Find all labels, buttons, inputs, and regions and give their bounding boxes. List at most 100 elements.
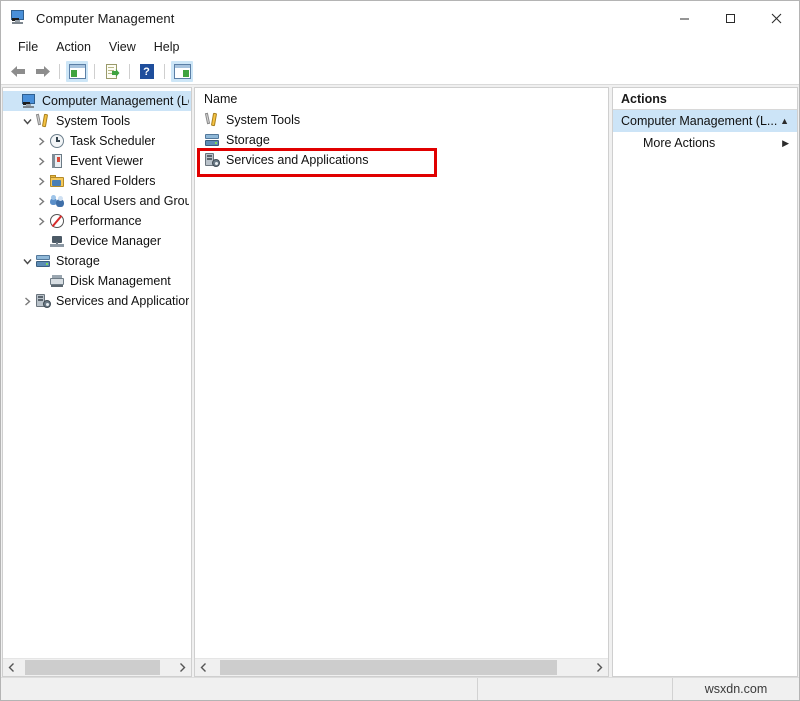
scroll-right-arrow-icon[interactable] (591, 659, 608, 676)
back-button[interactable] (7, 61, 29, 82)
tree-item-label: Services and Applications (56, 294, 189, 308)
console-tree-pane: Computer Management (Local System Tools Ta… (2, 87, 192, 677)
export-list-button[interactable] (101, 61, 123, 82)
tree-item-label: Performance (70, 214, 142, 228)
tree-item-label: System Tools (56, 114, 130, 128)
details-list: System Tools StorageServices and Applicat… (195, 110, 608, 170)
show-hide-console-tree-button[interactable] (66, 61, 88, 82)
actions-pane-header: Actions (613, 88, 797, 110)
status-bar: wsxdn.com (1, 677, 799, 700)
tree-item-performance[interactable]: Performance (3, 211, 191, 231)
toolbar-separator (59, 64, 60, 79)
local-users-and-groups-icon (49, 193, 65, 209)
details-pane-body[interactable]: Name System Tools StorageServices and App… (195, 88, 608, 658)
menu-bar: File Action View Help (1, 35, 799, 59)
tree-expander[interactable] (19, 117, 35, 126)
actions-item-computer-management[interactable]: Computer Management (L... ▲ (613, 110, 797, 132)
tree-item-local-users-and-groups[interactable]: Local Users and Groups (3, 191, 191, 211)
panes-container: Computer Management (Local System Tools Ta… (1, 85, 799, 677)
menu-item-file[interactable]: File (9, 38, 47, 56)
tree-item-services-and-applications[interactable]: Services and Applications (3, 291, 191, 311)
menu-item-view[interactable]: View (100, 38, 145, 56)
tree-expander[interactable] (33, 137, 49, 146)
status-bar-middle (478, 678, 673, 700)
minimize-button[interactable] (661, 1, 707, 35)
system-tools-icon (35, 113, 51, 129)
scroll-left-arrow-icon[interactable] (195, 659, 212, 676)
tree-item-label: Shared Folders (70, 174, 155, 188)
tree-expander[interactable] (19, 257, 35, 266)
tree-item-label: Device Manager (70, 234, 161, 248)
tree-item-device-manager[interactable]: Device Manager (3, 231, 191, 251)
tree-item-event-viewer[interactable]: Event Viewer (3, 151, 191, 171)
tree-expander[interactable] (33, 177, 49, 186)
tree-item-disk-management[interactable]: Disk Management (3, 271, 191, 291)
performance-icon (49, 213, 65, 229)
console-tree-body[interactable]: Computer Management (Local System Tools Ta… (3, 88, 191, 658)
actions-item-label: Computer Management (L... (621, 114, 777, 128)
details-hscrollbar[interactable] (195, 658, 608, 676)
menu-item-help[interactable]: Help (145, 38, 189, 56)
shared-folders-icon (49, 173, 65, 189)
computer-management-icon (21, 93, 37, 109)
chevron-right-icon (37, 157, 46, 166)
chevron-right-icon[interactable]: ▶ (782, 139, 789, 148)
tree-item-storage[interactable]: Storage (3, 251, 191, 271)
tree-item-shared-folders[interactable]: Shared Folders (3, 171, 191, 191)
tree-expander[interactable] (33, 157, 49, 166)
console-tree-hscrollbar[interactable] (3, 658, 191, 676)
back-arrow-icon (10, 65, 27, 78)
chevron-right-icon (23, 297, 32, 306)
export-list-icon (104, 64, 121, 79)
scroll-track[interactable] (20, 659, 174, 676)
tree-expander[interactable] (33, 217, 49, 226)
scroll-track[interactable] (212, 659, 591, 676)
help-button[interactable]: ? (136, 61, 158, 82)
chevron-right-icon (37, 217, 46, 226)
tree-item-label: Computer Management (Local (42, 94, 189, 108)
toolbar-separator (129, 64, 130, 79)
close-icon (771, 13, 782, 24)
toolbar-separator (94, 64, 95, 79)
list-item[interactable]: System Tools (195, 110, 608, 130)
tree-expander[interactable] (19, 297, 35, 306)
maximize-button[interactable] (707, 1, 753, 35)
scroll-right-arrow-icon[interactable] (174, 659, 191, 676)
column-header-name[interactable]: Name (195, 88, 608, 110)
storage-icon (204, 132, 220, 148)
tree-item-task-scheduler[interactable]: Task Scheduler (3, 131, 191, 151)
watermark: wsxdn.com (673, 678, 799, 700)
computer-management-icon (10, 9, 28, 27)
tree-expander[interactable] (33, 197, 49, 206)
scroll-thumb[interactable] (220, 660, 557, 675)
scroll-left-arrow-icon[interactable] (3, 659, 20, 676)
minimize-icon (679, 13, 690, 24)
tree-item-label: Event Viewer (70, 154, 143, 168)
list-item-label: System Tools (226, 113, 300, 127)
details-pane: Name System Tools StorageServices and App… (194, 87, 609, 677)
chevron-up-icon[interactable]: ▲ (780, 117, 789, 126)
show-hide-action-pane-icon (174, 64, 191, 79)
actions-item-more-actions[interactable]: More Actions ▶ (613, 132, 797, 154)
tree-item-computer-management-local[interactable]: Computer Management (Local (3, 91, 191, 111)
actions-item-label: More Actions (643, 136, 715, 150)
close-button[interactable] (753, 1, 799, 35)
tree-item-label: Storage (56, 254, 100, 268)
status-bar-main (1, 678, 478, 700)
forward-button[interactable] (31, 61, 53, 82)
maximize-icon (725, 13, 736, 24)
chevron-down-icon (23, 117, 32, 126)
forward-arrow-icon (34, 65, 51, 78)
chevron-right-icon (37, 197, 46, 206)
chevron-down-icon (23, 257, 32, 266)
show-hide-console-tree-icon (69, 64, 86, 79)
help-icon: ? (139, 64, 156, 79)
tree-item-system-tools[interactable]: System Tools (3, 111, 191, 131)
chevron-right-icon (37, 137, 46, 146)
list-item[interactable]: Storage (195, 130, 608, 150)
show-hide-action-pane-button[interactable] (171, 61, 193, 82)
scroll-thumb[interactable] (25, 660, 161, 675)
menu-item-action[interactable]: Action (47, 38, 100, 56)
list-item[interactable]: Services and Applications (195, 150, 608, 170)
console-tree: Computer Management (Local System Tools Ta… (3, 88, 191, 311)
